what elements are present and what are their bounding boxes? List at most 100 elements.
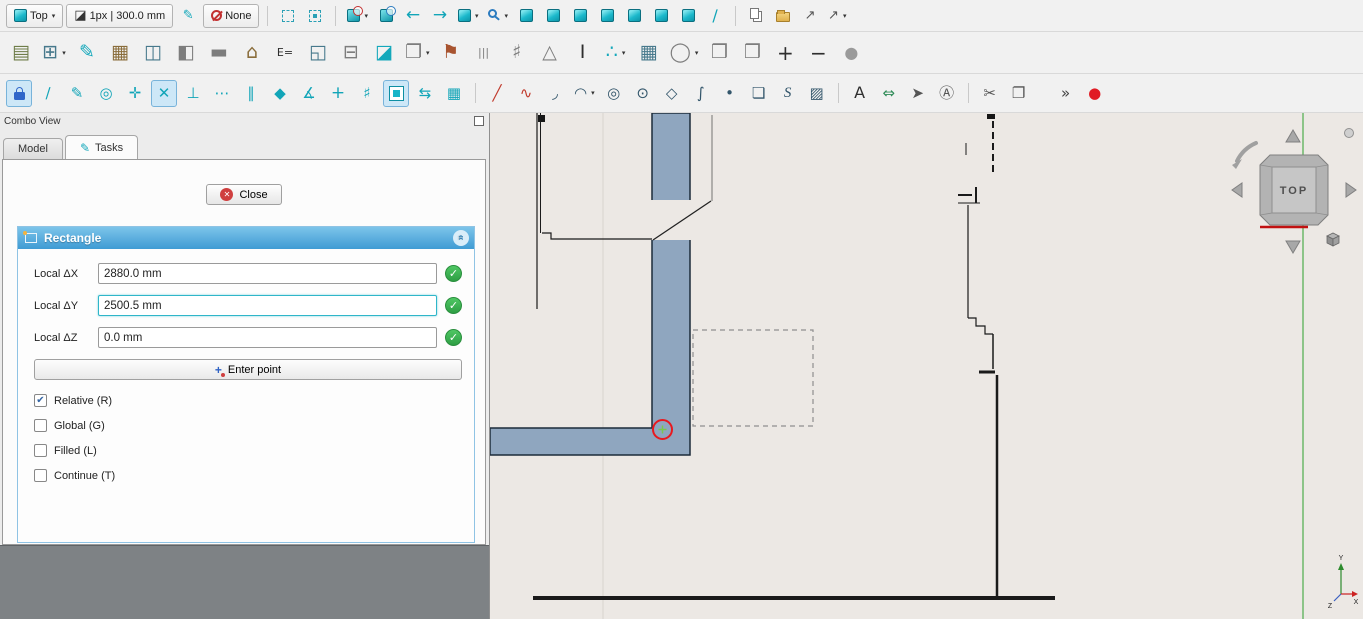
nav-cube-label[interactable]: TOP bbox=[1280, 185, 1308, 197]
roof-button[interactable]: ⌂ bbox=[237, 37, 267, 69]
draft-fillet-button[interactable]: ◞ bbox=[542, 80, 568, 107]
arch-remove-button[interactable]: − bbox=[803, 37, 833, 69]
box-frame-2-button[interactable]: ❒ bbox=[737, 37, 767, 69]
global-checkbox[interactable]: Global (G) bbox=[34, 419, 462, 432]
copy-button[interactable] bbox=[744, 4, 768, 28]
toggle-grid-button[interactable]: ▦ bbox=[441, 80, 467, 107]
toolbar-overflow-button[interactable]: » bbox=[1053, 80, 1079, 107]
tab-tasks[interactable]: ✎ Tasks bbox=[65, 135, 138, 159]
local-dx-input[interactable] bbox=[98, 263, 437, 284]
draft-line-button[interactable]: ╱ bbox=[484, 80, 510, 107]
rear-view-button[interactable] bbox=[622, 4, 646, 28]
snap-dimensions-button[interactable]: ⇆ bbox=[412, 80, 438, 107]
snap-lock-toggle[interactable] bbox=[6, 80, 32, 107]
pin-button[interactable]: ✎ bbox=[176, 4, 200, 28]
local-dz-input[interactable] bbox=[98, 327, 437, 348]
left-view-button[interactable] bbox=[676, 4, 700, 28]
front-view-button[interactable] bbox=[541, 4, 565, 28]
snap-endpoint-button[interactable]: ∕ bbox=[35, 80, 61, 107]
box-selection-button[interactable] bbox=[276, 4, 300, 28]
sheet-layers-button[interactable]: ▤ bbox=[6, 37, 36, 69]
macro-record-button[interactable]: ● bbox=[1082, 80, 1108, 107]
paste-button[interactable]: ❐ bbox=[1006, 80, 1032, 107]
survey-button[interactable]: ● bbox=[836, 37, 866, 69]
viewport-canvas[interactable]: TOP Y X Z bbox=[490, 113, 1363, 619]
axis-button[interactable]: ⚑ bbox=[436, 37, 466, 69]
draft-wire-button[interactable]: ∿ bbox=[513, 80, 539, 107]
snap-angle-button[interactable]: ✛ bbox=[122, 80, 148, 107]
schedule-button[interactable]: ▦ bbox=[634, 37, 664, 69]
box-element-selection-button[interactable] bbox=[303, 4, 327, 28]
snap-center-button[interactable]: ◎ bbox=[93, 80, 119, 107]
open-folder-button[interactable] bbox=[771, 4, 795, 28]
beam-button[interactable]: ▬ bbox=[204, 37, 234, 69]
pipe-dropdown[interactable]: ◯▾ bbox=[667, 37, 702, 69]
draft-circle-button[interactable]: ◎ bbox=[601, 80, 627, 107]
annotation-styles-button[interactable]: Ⓐ bbox=[934, 80, 960, 107]
fence-button[interactable]: ♯ bbox=[502, 37, 532, 69]
draft-text-button[interactable]: A bbox=[847, 80, 873, 107]
nodes-dropdown[interactable]: ∴▾ bbox=[601, 37, 631, 69]
box-frame-button[interactable]: ❒ bbox=[704, 37, 734, 69]
close-task-button[interactable]: ✕ Close bbox=[206, 184, 281, 205]
viewport-3d[interactable]: TOP Y X Z bbox=[490, 113, 1363, 619]
nav-back-button[interactable]: ← bbox=[401, 4, 425, 28]
section-plane-button[interactable]: ◪ bbox=[369, 37, 399, 69]
bottom-view-button[interactable] bbox=[649, 4, 673, 28]
draft-arc-dropdown[interactable]: ◠▾ bbox=[571, 80, 598, 107]
building-structure-dropdown[interactable]: ⊞▾ bbox=[39, 37, 69, 69]
rectangle-section-header[interactable]: Rectangle « bbox=[18, 227, 474, 249]
draft-label-button[interactable]: ➤ bbox=[905, 80, 931, 107]
nav-dot-icon[interactable] bbox=[1345, 129, 1354, 138]
autogroup-button[interactable]: None bbox=[203, 4, 259, 28]
snap-midpoint-button[interactable]: ✎ bbox=[64, 80, 90, 107]
local-dy-input[interactable] bbox=[98, 295, 437, 316]
curtain-wall-button[interactable]: ◫ bbox=[138, 37, 168, 69]
mini-cube-icon[interactable] bbox=[1327, 233, 1339, 246]
draft-point-button[interactable]: • bbox=[717, 80, 743, 107]
draft-facebinder-button[interactable]: ❏ bbox=[746, 80, 772, 107]
arch-add-button[interactable]: + bbox=[770, 37, 800, 69]
drawing-view-dropdown[interactable]: ❐▾ bbox=[402, 37, 433, 69]
enter-point-button[interactable]: + Enter point bbox=[34, 359, 462, 380]
export-button[interactable]: ↗ bbox=[798, 4, 822, 28]
wall-button[interactable]: ▦ bbox=[105, 37, 135, 69]
tab-model[interactable]: Model bbox=[3, 138, 63, 159]
snap-extension-button[interactable]: ⋯ bbox=[209, 80, 235, 107]
panel-button[interactable]: ⊟ bbox=[336, 37, 366, 69]
continue-checkbox[interactable]: Continue (T) bbox=[34, 469, 462, 482]
spray-tool-button[interactable]: ✎ bbox=[72, 37, 102, 69]
draft-dimension-button[interactable]: ⇔ bbox=[876, 80, 902, 107]
snap-grid-button[interactable]: ♯ bbox=[354, 80, 380, 107]
line-style-button[interactable]: ◪1px | 300.0 mm bbox=[66, 4, 173, 28]
working-plane-view-button[interactable]: Top▾ bbox=[6, 4, 63, 28]
snap-working-plane-button[interactable] bbox=[383, 80, 409, 107]
column-button[interactable]: ◧ bbox=[171, 37, 201, 69]
right-view-button[interactable] bbox=[595, 4, 619, 28]
cut-button[interactable]: ✂ bbox=[977, 80, 1003, 107]
window-button[interactable]: ◱ bbox=[303, 37, 333, 69]
draft-polygon-button[interactable]: ◇ bbox=[659, 80, 685, 107]
nav-forward-button[interactable]: → bbox=[428, 4, 452, 28]
draft-shapestring-button[interactable]: S bbox=[775, 80, 801, 107]
snap-parallel-button[interactable]: ∥ bbox=[238, 80, 264, 107]
snap-intersection-button[interactable]: ✕ bbox=[151, 80, 177, 107]
snap-special-button[interactable]: ◆ bbox=[267, 80, 293, 107]
draft-bspline-button[interactable]: ∫ bbox=[688, 80, 714, 107]
profile-button[interactable]: Ⅰ bbox=[568, 37, 598, 69]
measure-distance-button[interactable]: ∕ bbox=[703, 4, 727, 28]
float-panel-icon[interactable] bbox=[474, 116, 484, 126]
zoom-to-selection-button[interactable] bbox=[374, 4, 398, 28]
share-dropdown[interactable]: ↗▾ bbox=[825, 4, 849, 28]
snap-near-button[interactable]: ∡ bbox=[296, 80, 322, 107]
top-view-button[interactable] bbox=[568, 4, 592, 28]
filled-checkbox[interactable]: Filled (L) bbox=[34, 444, 462, 457]
snap-perpendicular-button[interactable]: ⊥ bbox=[180, 80, 206, 107]
clip-plane-dropdown[interactable]: ▾ bbox=[344, 4, 371, 28]
relative-checkbox[interactable]: ✔ Relative (R) bbox=[34, 394, 462, 407]
equation-button[interactable]: E= bbox=[270, 37, 300, 69]
zoom-tools-dropdown[interactable]: ▾ bbox=[485, 4, 512, 28]
draft-ellipse-button[interactable]: ⊙ bbox=[630, 80, 656, 107]
column-array-button[interactable]: ||| bbox=[469, 37, 499, 69]
draft-hatch-button[interactable]: ▨ bbox=[804, 80, 830, 107]
